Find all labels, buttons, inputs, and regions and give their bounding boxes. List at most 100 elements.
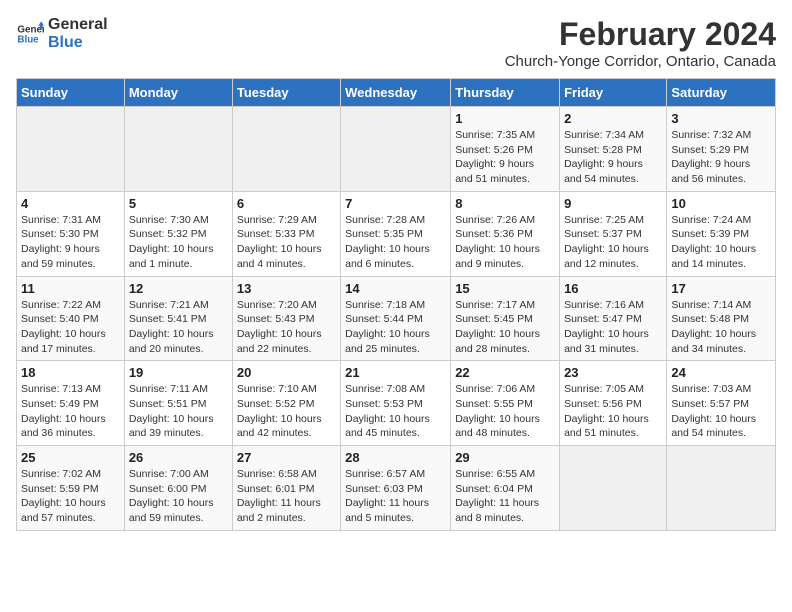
day-number: 12 (129, 281, 228, 296)
day-info: Sunrise: 7:20 AM Sunset: 5:43 PM Dayligh… (237, 298, 336, 357)
calendar-cell: 4 Sunrise: 7:31 AM Sunset: 5:30 PM Daylig… (17, 191, 125, 276)
day-number: 1 (455, 111, 555, 126)
day-info: Sunrise: 7:32 AM Sunset: 5:29 PM Dayligh… (671, 128, 771, 187)
day-number: 20 (237, 365, 336, 380)
day-number: 21 (345, 365, 446, 380)
day-number: 22 (455, 365, 555, 380)
calendar-cell: 3 Sunrise: 7:32 AM Sunset: 5:29 PM Daylig… (667, 107, 776, 192)
day-info: Sunrise: 6:57 AM Sunset: 6:03 PM Dayligh… (345, 467, 446, 526)
day-info: Sunrise: 7:18 AM Sunset: 5:44 PM Dayligh… (345, 298, 446, 357)
day-number: 18 (21, 365, 120, 380)
calendar-cell: 8 Sunrise: 7:26 AM Sunset: 5:36 PM Daylig… (451, 191, 560, 276)
day-info: Sunrise: 7:34 AM Sunset: 5:28 PM Dayligh… (564, 128, 662, 187)
day-number: 28 (345, 450, 446, 465)
day-info: Sunrise: 7:00 AM Sunset: 6:00 PM Dayligh… (129, 467, 228, 526)
calendar-body: 1 Sunrise: 7:35 AM Sunset: 5:26 PM Daylig… (17, 107, 776, 531)
calendar-cell: 20Sunrise: 7:10 AM Sunset: 5:52 PM Dayli… (232, 361, 340, 446)
calendar-cell: 10 Sunrise: 7:24 AM Sunset: 5:39 PM Dayli… (667, 191, 776, 276)
calendar-cell (341, 107, 451, 192)
calendar-cell: 29 Sunrise: 6:55 AM Sunset: 6:04 PM Dayli… (451, 446, 560, 531)
day-info: Sunrise: 7:29 AM Sunset: 5:33 PM Dayligh… (237, 213, 336, 272)
calendar-cell: 13 Sunrise: 7:20 AM Sunset: 5:43 PM Dayli… (232, 276, 340, 361)
day-number: 19 (129, 365, 228, 380)
calendar-cell (124, 107, 232, 192)
day-info: Sunrise: 7:11 AM Sunset: 5:51 PM Dayligh… (129, 382, 228, 441)
day-info: Sunrise: 7:13 AM Sunset: 5:49 PM Dayligh… (21, 382, 120, 441)
day-number: 29 (455, 450, 555, 465)
day-info: Sunrise: 6:55 AM Sunset: 6:04 PM Dayligh… (455, 467, 555, 526)
day-info: Sunrise: 7:24 AM Sunset: 5:39 PM Dayligh… (671, 213, 771, 272)
calendar-cell: 15 Sunrise: 7:17 AM Sunset: 5:45 PM Dayli… (451, 276, 560, 361)
day-number: 26 (129, 450, 228, 465)
calendar-week-1: 1 Sunrise: 7:35 AM Sunset: 5:26 PM Daylig… (17, 107, 776, 192)
day-info: Sunrise: 7:35 AM Sunset: 5:26 PM Dayligh… (455, 128, 555, 187)
day-number: 6 (237, 196, 336, 211)
calendar-cell: 17 Sunrise: 7:14 AM Sunset: 5:48 PM Dayli… (667, 276, 776, 361)
calendar-week-5: 25Sunrise: 7:02 AM Sunset: 5:59 PM Dayli… (17, 446, 776, 531)
calendar-week-3: 11 Sunrise: 7:22 AM Sunset: 5:40 PM Dayli… (17, 276, 776, 361)
day-header-monday: Monday (124, 79, 232, 107)
day-info: Sunrise: 7:22 AM Sunset: 5:40 PM Dayligh… (21, 298, 120, 357)
day-info: Sunrise: 7:25 AM Sunset: 5:37 PM Dayligh… (564, 213, 662, 272)
calendar-cell: 5Sunrise: 7:30 AM Sunset: 5:32 PM Daylig… (124, 191, 232, 276)
calendar-cell: 21 Sunrise: 7:08 AM Sunset: 5:53 PM Dayli… (341, 361, 451, 446)
day-number: 17 (671, 281, 771, 296)
day-number: 8 (455, 196, 555, 211)
day-header-friday: Friday (560, 79, 667, 107)
day-info: Sunrise: 7:05 AM Sunset: 5:56 PM Dayligh… (564, 382, 662, 441)
calendar-table: SundayMondayTuesdayWednesdayThursdayFrid… (16, 78, 776, 531)
day-number: 16 (564, 281, 662, 296)
calendar-cell: 7Sunrise: 7:28 AM Sunset: 5:35 PM Daylig… (341, 191, 451, 276)
day-number: 5 (129, 196, 228, 211)
calendar-cell: 22 Sunrise: 7:06 AM Sunset: 5:55 PM Dayli… (451, 361, 560, 446)
day-info: Sunrise: 7:28 AM Sunset: 5:35 PM Dayligh… (345, 213, 446, 272)
calendar-cell: 28 Sunrise: 6:57 AM Sunset: 6:03 PM Dayli… (341, 446, 451, 531)
title-area: February 2024 Church-Yonge Corridor, Ont… (505, 16, 776, 70)
day-info: Sunrise: 7:08 AM Sunset: 5:53 PM Dayligh… (345, 382, 446, 441)
day-number: 10 (671, 196, 771, 211)
calendar-cell: 11 Sunrise: 7:22 AM Sunset: 5:40 PM Dayli… (17, 276, 125, 361)
calendar-header-row: SundayMondayTuesdayWednesdayThursdayFrid… (17, 79, 776, 107)
day-info: Sunrise: 7:14 AM Sunset: 5:48 PM Dayligh… (671, 298, 771, 357)
day-info: Sunrise: 7:03 AM Sunset: 5:57 PM Dayligh… (671, 382, 771, 441)
day-info: Sunrise: 7:21 AM Sunset: 5:41 PM Dayligh… (129, 298, 228, 357)
day-header-tuesday: Tuesday (232, 79, 340, 107)
calendar-cell: 25Sunrise: 7:02 AM Sunset: 5:59 PM Dayli… (17, 446, 125, 531)
day-number: 2 (564, 111, 662, 126)
calendar-cell: 24 Sunrise: 7:03 AM Sunset: 5:57 PM Dayli… (667, 361, 776, 446)
calendar-cell (560, 446, 667, 531)
calendar-cell: 18 Sunrise: 7:13 AM Sunset: 5:49 PM Dayli… (17, 361, 125, 446)
logo-blue: Blue (48, 34, 108, 52)
day-header-thursday: Thursday (451, 79, 560, 107)
day-number: 13 (237, 281, 336, 296)
calendar-cell: 27 Sunrise: 6:58 AM Sunset: 6:01 PM Dayli… (232, 446, 340, 531)
svg-text:Blue: Blue (17, 34, 39, 45)
day-number: 14 (345, 281, 446, 296)
day-header-saturday: Saturday (667, 79, 776, 107)
day-number: 27 (237, 450, 336, 465)
day-info: Sunrise: 7:16 AM Sunset: 5:47 PM Dayligh… (564, 298, 662, 357)
day-info: Sunrise: 7:06 AM Sunset: 5:55 PM Dayligh… (455, 382, 555, 441)
main-title: February 2024 (505, 16, 776, 53)
calendar-cell: 9 Sunrise: 7:25 AM Sunset: 5:37 PM Daylig… (560, 191, 667, 276)
logo-icon: General Blue (16, 20, 44, 48)
calendar-cell (17, 107, 125, 192)
day-info: Sunrise: 7:26 AM Sunset: 5:36 PM Dayligh… (455, 213, 555, 272)
calendar-cell: 1 Sunrise: 7:35 AM Sunset: 5:26 PM Daylig… (451, 107, 560, 192)
calendar-cell (232, 107, 340, 192)
day-number: 4 (21, 196, 120, 211)
day-number: 11 (21, 281, 120, 296)
day-header-wednesday: Wednesday (341, 79, 451, 107)
calendar-cell (667, 446, 776, 531)
day-number: 15 (455, 281, 555, 296)
day-info: Sunrise: 7:17 AM Sunset: 5:45 PM Dayligh… (455, 298, 555, 357)
day-info: Sunrise: 6:58 AM Sunset: 6:01 PM Dayligh… (237, 467, 336, 526)
calendar-cell: 26 Sunrise: 7:00 AM Sunset: 6:00 PM Dayli… (124, 446, 232, 531)
calendar-week-2: 4 Sunrise: 7:31 AM Sunset: 5:30 PM Daylig… (17, 191, 776, 276)
day-number: 9 (564, 196, 662, 211)
day-number: 3 (671, 111, 771, 126)
day-number: 24 (671, 365, 771, 380)
day-info: Sunrise: 7:31 AM Sunset: 5:30 PM Dayligh… (21, 213, 120, 272)
calendar-cell: 14 Sunrise: 7:18 AM Sunset: 5:44 PM Dayli… (341, 276, 451, 361)
calendar-cell: 16 Sunrise: 7:16 AM Sunset: 5:47 PM Dayli… (560, 276, 667, 361)
